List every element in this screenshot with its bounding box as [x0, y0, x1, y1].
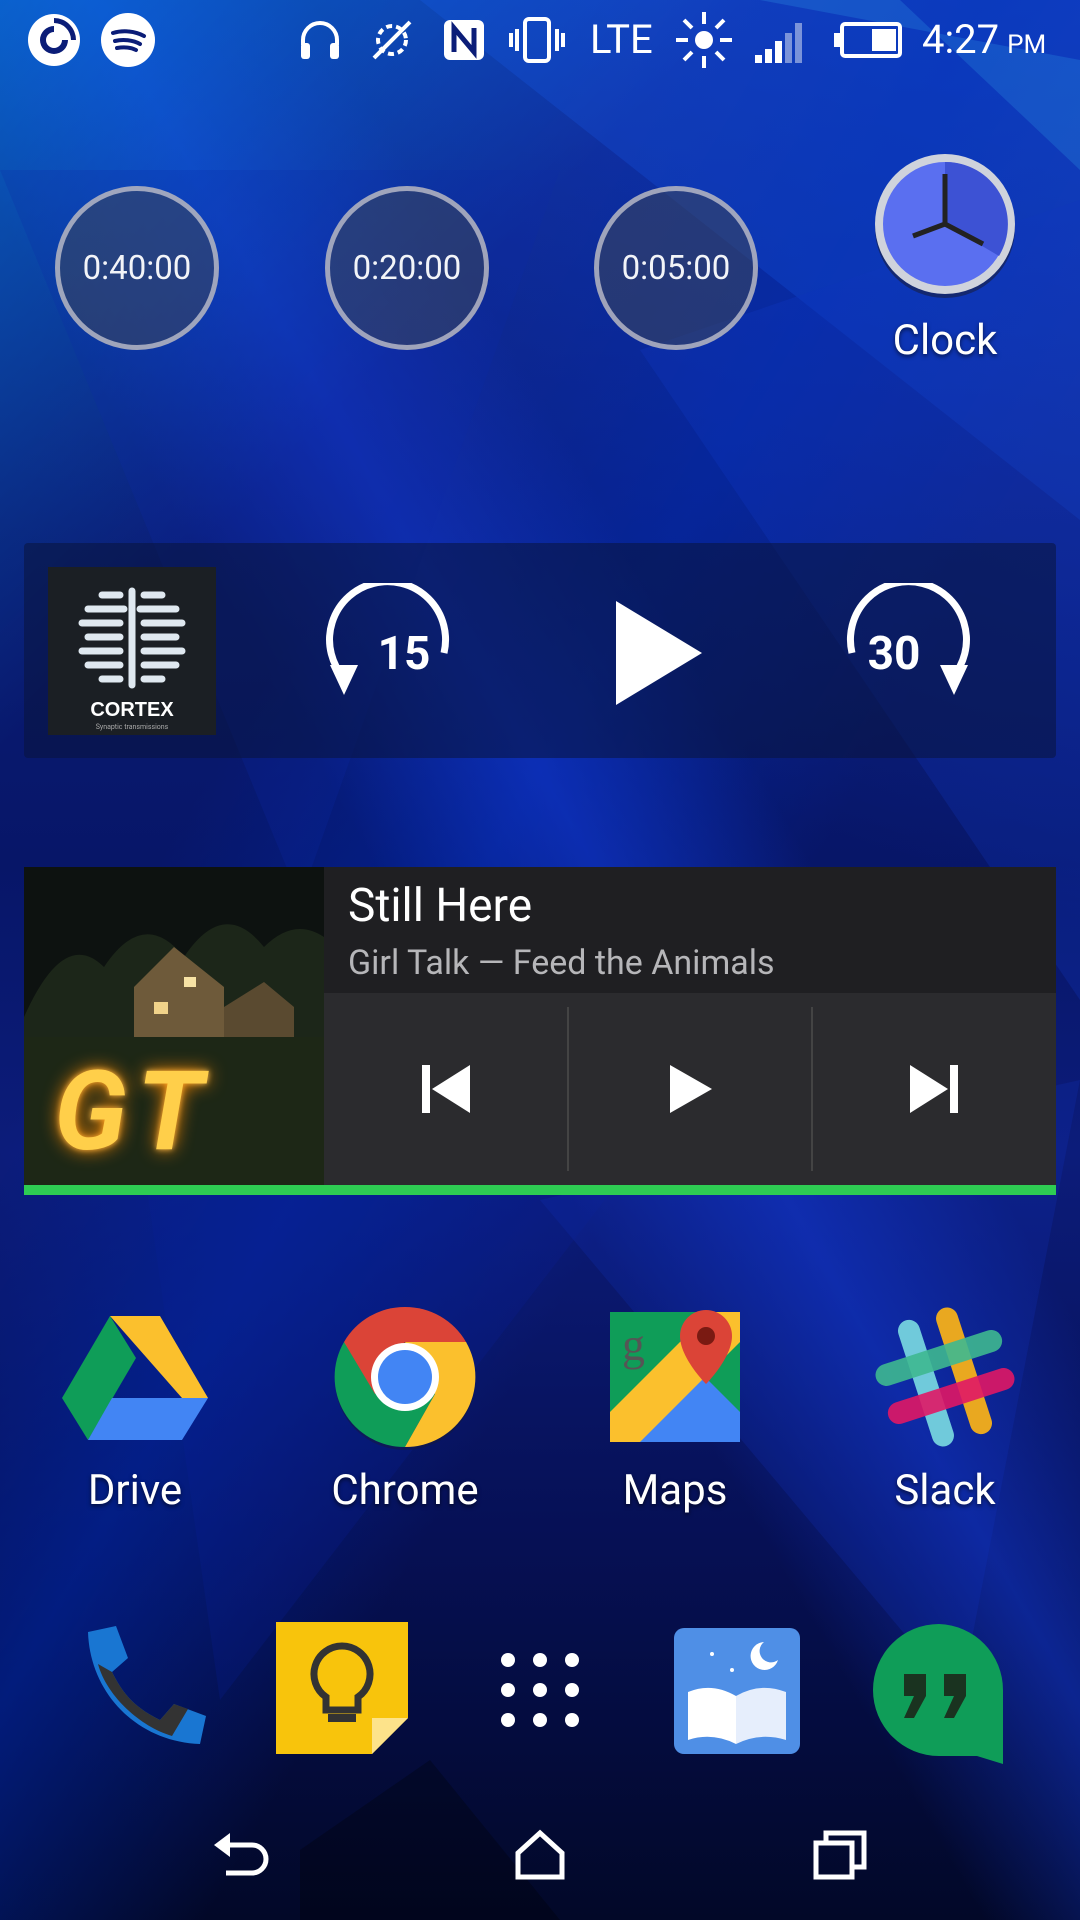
album-art-text: GT — [54, 1047, 213, 1176]
maps-label: Maps — [622, 1466, 728, 1515]
clock-label: Clock — [892, 316, 998, 365]
podcast-widget: CORTEX Synaptic transmissions 15 30 — [24, 543, 1056, 758]
signal-icon — [752, 10, 812, 70]
moon-reader-icon — [674, 1628, 800, 1754]
back-icon — [214, 1833, 269, 1876]
skip-back-seconds: 15 — [377, 627, 431, 681]
timer-button-5min[interactable]: 0:05:00 — [594, 186, 758, 350]
playback-progress-bar[interactable] — [24, 1185, 1056, 1195]
maps-app[interactable]: g Maps — [590, 1300, 760, 1530]
google-maps-icon: g — [610, 1310, 740, 1442]
podcast-play-button[interactable] — [594, 593, 714, 713]
home-button[interactable] — [490, 1810, 590, 1900]
battery-icon — [830, 10, 906, 70]
dock-phone[interactable] — [68, 1612, 218, 1762]
google-drive-icon — [62, 1316, 208, 1440]
skip-forward-button[interactable]: 30 — [824, 583, 974, 723]
timer-button-20min[interactable]: 0:20:00 — [325, 186, 489, 350]
dock-hangouts[interactable] — [864, 1618, 1014, 1768]
skip-forward-seconds: 30 — [867, 627, 921, 681]
network-type: LTE — [590, 16, 653, 63]
track-title: Still Here — [348, 879, 533, 933]
play-icon — [616, 601, 702, 705]
recents-icon — [813, 1830, 867, 1880]
chrome-icon — [334, 1306, 476, 1450]
play-icon — [670, 1065, 712, 1113]
svg-text:g: g — [622, 1319, 645, 1370]
music-widget: GT Still Here Girl Talk — Feed the Anima… — [24, 867, 1056, 1195]
home-icon — [515, 1829, 565, 1880]
status-bar: LTE 4:27 PM — [0, 0, 1080, 80]
slack-icon — [875, 1307, 1015, 1447]
chrome-app[interactable]: Chrome — [320, 1300, 490, 1530]
navigation-bar — [0, 1790, 1080, 1920]
previous-button[interactable] — [324, 993, 568, 1185]
status-time: 4:27 PM — [922, 16, 1047, 63]
recents-button[interactable] — [790, 1810, 890, 1900]
music-controls — [324, 993, 1056, 1185]
pocket-casts-icon — [24, 10, 84, 70]
podcast-artwork-title: CORTEX — [90, 699, 174, 721]
skip-next-icon — [910, 1065, 958, 1113]
podcast-artwork[interactable]: CORTEX Synaptic transmissions — [48, 567, 216, 735]
skip-previous-icon — [422, 1065, 470, 1113]
dock-keep[interactable] — [272, 1618, 412, 1758]
drive-app[interactable]: Drive — [50, 1300, 220, 1530]
slack-app[interactable]: Slack — [860, 1300, 1030, 1530]
nfc-icon — [436, 10, 492, 70]
album-artwork[interactable]: GT — [24, 867, 324, 1185]
keep-icon — [276, 1622, 408, 1754]
clock-icon — [875, 154, 1015, 298]
chrome-label: Chrome — [331, 1466, 479, 1515]
back-button[interactable] — [190, 1810, 290, 1900]
vibrate-icon — [506, 10, 568, 70]
home-screen: LTE 4:27 PM 0:40:00 0:20:00 0:05:00 Clock — [0, 0, 1080, 1920]
dock-moon-reader[interactable] — [672, 1626, 802, 1756]
brightness-icon — [672, 10, 736, 70]
spotify-icon — [98, 10, 158, 70]
headset-icon — [292, 10, 348, 70]
hangouts-icon — [873, 1624, 1003, 1764]
skip-back-button[interactable]: 15 — [324, 583, 474, 723]
phone-icon — [88, 1626, 206, 1744]
dock-app-drawer[interactable] — [490, 1630, 590, 1750]
app-drawer-icon — [501, 1653, 579, 1727]
next-button[interactable] — [812, 993, 1056, 1185]
music-play-button[interactable] — [568, 993, 812, 1185]
timer-button-40min[interactable]: 0:40:00 — [55, 186, 219, 350]
data-saver-icon — [364, 10, 420, 70]
track-subtitle: Girl Talk — Feed the Animals — [348, 943, 775, 983]
slack-label: Slack — [894, 1466, 996, 1515]
podcast-artwork-subtitle: Synaptic transmissions — [95, 723, 169, 731]
clock-app[interactable]: Clock — [860, 148, 1030, 368]
drive-label: Drive — [87, 1466, 183, 1515]
